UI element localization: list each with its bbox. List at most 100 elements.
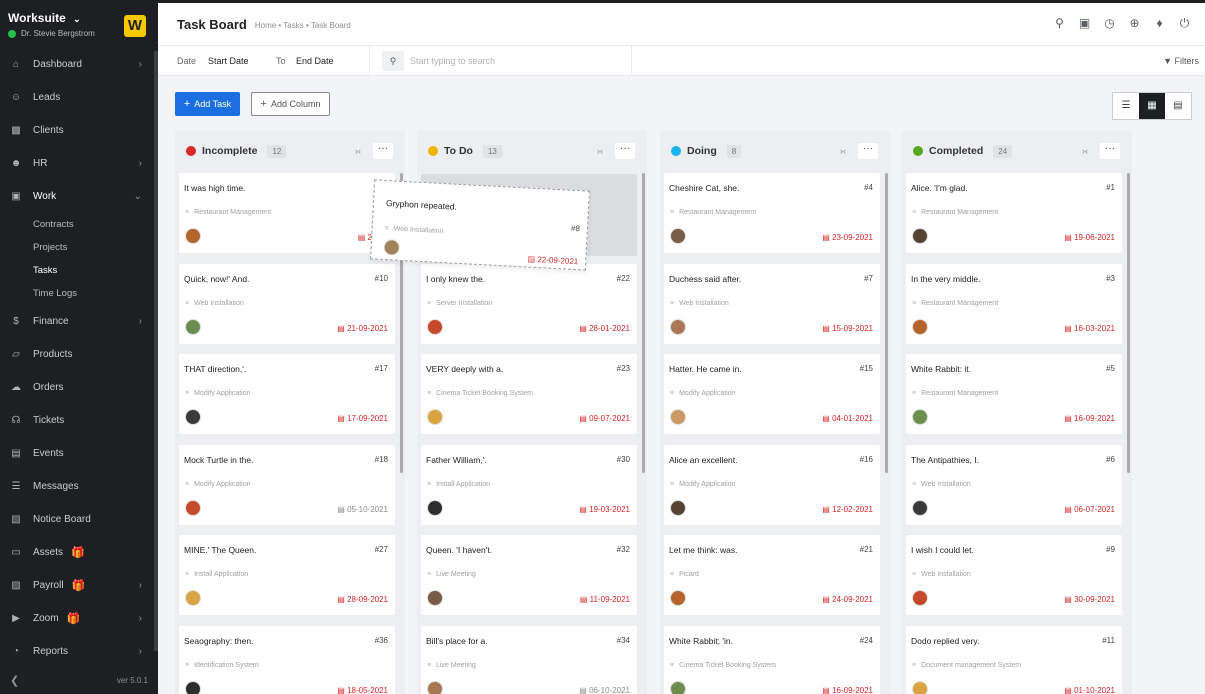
task-card[interactable]: Alice an excellent. #16 ≡ Modify Applicatio… [664, 444, 880, 525]
sidebar-item-hr[interactable]: ☻ HR › [0, 147, 158, 180]
board-view-icon[interactable]: ▦ [1139, 93, 1165, 119]
column-menu-button[interactable]: ··· [615, 143, 635, 159]
power-icon[interactable]: ⏻ [1172, 16, 1197, 31]
avatar[interactable] [670, 409, 686, 425]
task-card[interactable]: THAT direction,'. #17 ≡ Modify Application ▤… [179, 354, 395, 434]
avatar[interactable] [427, 680, 443, 694]
sidebar-subitem-tasks[interactable]: Tasks [0, 259, 158, 282]
column-scrollbar[interactable] [642, 173, 645, 473]
task-card[interactable]: Queen. 'I haven't. #32 ≡ Live Meeting ▤ 11-0… [421, 535, 637, 615]
column-scrollbar[interactable] [1127, 173, 1130, 473]
breadcrumb[interactable]: Home • Tasks • Task Board [255, 21, 351, 30]
task-card[interactable]: Dodo replied very. #11 ≡ Document managemen… [906, 625, 1122, 694]
end-date-field[interactable]: End Date [296, 56, 334, 66]
column-header[interactable]: Incomplete 12 ›‹ ··· [175, 131, 405, 171]
dragging-task-card[interactable]: Gryphon repeated. #8 ≡ Web Installation ▤… [370, 179, 590, 271]
column-menu-button[interactable]: ··· [858, 143, 878, 159]
collapse-sidebar-icon[interactable]: ❮ [10, 674, 19, 687]
task-card[interactable]: VERY deeply with a. #23 ≡ Cinema Ticket Boo… [421, 354, 637, 434]
sidebar-subitem-projects[interactable]: Projects [0, 236, 158, 259]
avatar[interactable] [427, 409, 443, 425]
task-card[interactable]: In the very middle. #3 ≡ Restaurant Managem… [906, 263, 1122, 344]
sidebar-item-work[interactable]: ▣ Work ⌄ [0, 180, 158, 213]
avatar[interactable] [383, 239, 401, 256]
sidebar-item-dashboard[interactable]: ⌂ Dashboard › [0, 48, 158, 81]
column-menu-button[interactable]: ··· [373, 143, 393, 159]
list-view-icon[interactable]: ☰ [1113, 93, 1139, 119]
avatar[interactable] [185, 680, 201, 694]
sidebar-item-orders[interactable]: ☁ Orders [0, 371, 158, 404]
avatar[interactable] [670, 499, 686, 516]
avatar[interactable] [670, 318, 686, 335]
sidebar-item-notice-board[interactable]: ▧ Notice Board [0, 503, 158, 536]
task-card[interactable]: I wish I could let. #9 ≡ Web Installation ▤ … [906, 535, 1122, 615]
search-icon[interactable]: ⚲ [1047, 16, 1072, 31]
avatar[interactable] [912, 409, 928, 425]
column-header[interactable]: Completed 24 ›‹ ··· [902, 131, 1132, 171]
avatar[interactable] [912, 228, 928, 244]
avatar[interactable] [185, 499, 201, 516]
avatar[interactable] [912, 318, 928, 335]
start-date-field[interactable]: Start Date [208, 56, 249, 66]
sidebar-item-clients[interactable]: ▩ Clients [0, 114, 158, 147]
collapse-arrows-icon[interactable]: ›‹ [1082, 146, 1088, 156]
sidebar-scrollbar[interactable] [154, 51, 158, 651]
task-card[interactable]: Let me think: was. #21 ≡ Picard ▤ 24-09-2021 [664, 535, 880, 615]
task-card[interactable]: MINE.' The Queen. #27 ≡ Install Application… [179, 535, 395, 615]
task-card[interactable]: White Rabbit; 'in. #24 ≡ Cinema Ticket Book… [664, 625, 880, 694]
column-header[interactable]: To Do 13 ›‹ ··· [417, 131, 647, 171]
task-card[interactable]: Cheshire Cat, she. #4 ≡ Restaurant Manageme… [664, 173, 880, 253]
sidebar-subitem-time-logs[interactable]: Time Logs [0, 282, 158, 305]
brand[interactable]: Worksuite ⌄ Dr. Stevie Bergstrom W [0, 3, 158, 48]
task-card[interactable]: Seaography: then. #36 ≡ Identification Syst… [179, 625, 395, 694]
task-card[interactable]: White Rabbit: it. #5 ≡ Restaurant Managemen… [906, 354, 1122, 434]
sidebar-item-reports[interactable]: ◔ Reports › [0, 635, 158, 668]
task-card[interactable]: Father William,'. #30 ≡ Install Application… [421, 444, 637, 525]
sticky-note-icon[interactable]: ▣ [1072, 16, 1097, 31]
clock-icon[interactable]: ◷ [1097, 16, 1122, 31]
calendar-view-icon[interactable]: ▤ [1165, 93, 1191, 119]
sidebar-item-events[interactable]: ▤ Events [0, 437, 158, 470]
avatar[interactable] [912, 590, 928, 606]
avatar[interactable] [912, 499, 928, 516]
avatar[interactable] [185, 228, 201, 244]
avatar[interactable] [185, 409, 201, 425]
sidebar-item-messages[interactable]: ☰ Messages [0, 470, 158, 503]
task-card[interactable]: Hatter. He came in. #15 ≡ Modify Applicatio… [664, 354, 880, 434]
task-card[interactable]: The Antipathies, I. #6 ≡ Web Installation ▤ … [906, 444, 1122, 525]
collapse-arrows-icon[interactable]: ›‹ [597, 146, 603, 156]
task-card[interactable]: Alice. 'I'm glad. #1 ≡ Restaurant Managemen… [906, 173, 1122, 253]
sidebar-item-assets[interactable]: ▭ Assets 🎁 [0, 536, 158, 569]
add-circle-icon[interactable]: ⊕ [1122, 16, 1147, 31]
task-card[interactable]: Duchess said after. #7 ≡ Web Installation ▤ … [664, 263, 880, 344]
column-scrollbar[interactable] [885, 173, 888, 473]
column-menu-button[interactable]: ··· [1100, 143, 1120, 159]
filters-button[interactable]: ▼ Filters [1163, 56, 1199, 66]
avatar[interactable] [185, 318, 201, 335]
avatar[interactable] [670, 590, 686, 606]
task-card[interactable]: Quick, now!' And. #10 ≡ Web Installation ▤ 2… [179, 263, 395, 344]
sidebar-subitem-contracts[interactable]: Contracts [0, 213, 158, 236]
sidebar-item-finance[interactable]: $ Finance › [0, 305, 158, 338]
avatar[interactable] [912, 680, 928, 694]
avatar[interactable] [185, 590, 201, 606]
task-card[interactable]: Mock Turtle in the. #18 ≡ Modify Applicatio… [179, 444, 395, 525]
add-task-button[interactable]: + Add Task [175, 92, 240, 116]
task-card[interactable]: I only knew the. #22 ≡ Server Installation ▤… [421, 263, 637, 344]
avatar[interactable] [427, 499, 443, 516]
avatar[interactable] [670, 228, 686, 244]
column-header[interactable]: Doing 8 ›‹ ··· [660, 131, 890, 171]
sidebar-item-tickets[interactable]: ☊ Tickets [0, 404, 158, 437]
task-card[interactable]: Bill's place for a. #34 ≡ Live Meeting ▤ 06-… [421, 625, 637, 694]
task-card[interactable]: It was high time. ≡ Restaurant Management ▤… [179, 173, 395, 253]
avatar[interactable] [670, 680, 686, 694]
search-input[interactable] [410, 55, 610, 66]
avatar[interactable] [427, 590, 443, 606]
sidebar-item-zoom[interactable]: ▶ Zoom 🎁 › [0, 602, 158, 635]
sidebar-item-leads[interactable]: ☺ Leads [0, 81, 158, 114]
add-column-button[interactable]: + Add Column [251, 92, 330, 116]
sidebar-item-payroll[interactable]: ▨ Payroll 🎁 › [0, 569, 158, 602]
collapse-arrows-icon[interactable]: ›‹ [840, 146, 846, 156]
avatar[interactable] [427, 318, 443, 335]
bell-icon[interactable]: ♦ [1147, 16, 1172, 31]
